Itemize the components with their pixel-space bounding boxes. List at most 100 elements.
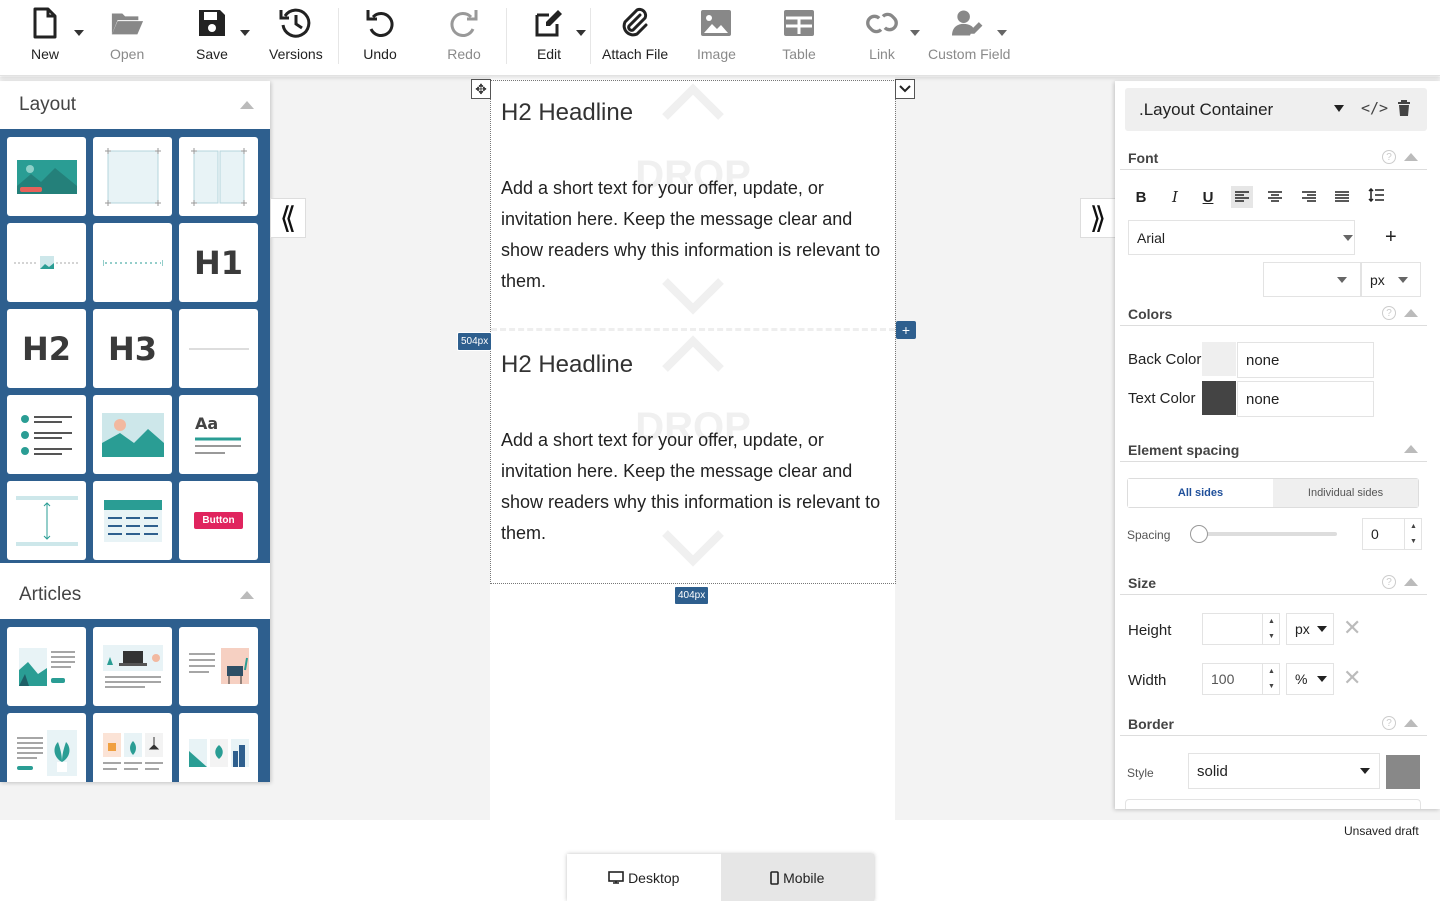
spacing-slider-track[interactable] — [1197, 532, 1337, 536]
spacing-input[interactable]: 0 ▲ ▼ — [1362, 518, 1422, 550]
image-button[interactable]: Image — [697, 6, 736, 68]
new-dropdown-caret[interactable] — [74, 30, 84, 36]
text-section[interactable]: H2 Headline Add a short text for your of… — [491, 99, 895, 297]
section-body[interactable]: Add a short text for your offer, update,… — [501, 425, 887, 549]
tile-checklist[interactable] — [7, 395, 86, 474]
code-icon[interactable]: </> — [1361, 99, 1388, 117]
tile-article-plant[interactable] — [7, 713, 86, 782]
align-center-button[interactable] — [1264, 186, 1286, 208]
tile-image[interactable] — [93, 395, 172, 474]
tile-article-gallery[interactable] — [93, 713, 172, 782]
save-button[interactable]: Save — [195, 6, 229, 68]
spacing-slider-thumb[interactable] — [1190, 525, 1208, 543]
collapse-border-icon[interactable] — [1404, 719, 1418, 727]
edit-dropdown-caret[interactable] — [576, 30, 586, 36]
save-dropdown-caret[interactable] — [240, 30, 250, 36]
width-unit-select[interactable]: % — [1286, 663, 1334, 695]
element-dropdown-caret[interactable] — [1334, 105, 1344, 112]
versions-button[interactable]: Versions — [269, 6, 323, 68]
tile-text-block[interactable]: Aa — [179, 395, 258, 474]
open-button[interactable]: Open — [110, 6, 144, 68]
edit-button[interactable]: Edit — [532, 6, 566, 68]
tile-table[interactable] — [93, 481, 172, 560]
spacing-section-header[interactable]: Element spacing — [1120, 440, 1427, 462]
border-section-header[interactable]: Border ? — [1120, 714, 1427, 736]
size-section-header[interactable]: Size ? — [1120, 573, 1427, 595]
element-selector[interactable]: .Layout Container </> — [1125, 88, 1427, 131]
tile-article-laptop[interactable] — [93, 627, 172, 706]
colors-section-header[interactable]: Colors ? — [1120, 304, 1427, 326]
container-options-handle[interactable] — [895, 79, 915, 99]
tile-image-inline[interactable] — [7, 223, 86, 302]
italic-button[interactable]: I — [1164, 186, 1186, 208]
collapse-colors-icon[interactable] — [1404, 309, 1418, 317]
height-input[interactable]: ▲ ▼ — [1202, 613, 1280, 645]
custom-field-dropdown-caret[interactable] — [997, 30, 1007, 36]
tile-frame-two-column[interactable] — [179, 137, 258, 216]
individual-sides-tab[interactable]: Individual sides — [1273, 479, 1418, 507]
tile-image-banner[interactable] — [7, 137, 86, 216]
tile-frame-single[interactable] — [93, 137, 172, 216]
section-headline[interactable]: H2 Headline — [501, 351, 895, 379]
back-color-input[interactable]: none — [1237, 342, 1374, 378]
font-size-select[interactable] — [1263, 262, 1361, 297]
border-color-swatch[interactable] — [1386, 755, 1420, 789]
text-section[interactable]: H2 Headline Add a short text for your of… — [491, 351, 895, 549]
mobile-view-button[interactable]: Mobile — [720, 854, 874, 901]
height-unit-select[interactable]: px — [1286, 613, 1334, 645]
redo-button[interactable]: Redo — [447, 6, 481, 68]
clear-height-icon[interactable]: ✕ — [1343, 616, 1361, 641]
all-sides-tab[interactable]: All sides — [1128, 479, 1273, 507]
attach-file-button[interactable]: Attach File — [602, 6, 668, 68]
tile-divider-dotted[interactable] — [93, 223, 172, 302]
text-color-swatch[interactable] — [1202, 381, 1236, 415]
text-color-input[interactable]: none — [1237, 381, 1374, 417]
articles-section-header[interactable]: Articles — [0, 571, 270, 619]
trash-icon[interactable] — [1397, 100, 1411, 122]
width-input[interactable]: 100 ▲ ▼ — [1202, 663, 1280, 695]
tile-button[interactable]: Button — [179, 481, 258, 560]
collapse-size-icon[interactable] — [1404, 578, 1418, 586]
font-family-select[interactable]: Arial — [1128, 220, 1355, 255]
section-headline[interactable]: H2 Headline — [501, 99, 895, 127]
collapse-spacing-icon[interactable] — [1404, 445, 1418, 453]
tile-article-trio[interactable] — [179, 713, 258, 782]
spacing-stepper[interactable]: ▲ ▼ — [1404, 519, 1422, 549]
collapse-font-icon[interactable] — [1404, 153, 1418, 161]
font-section-header[interactable]: Font ? — [1120, 148, 1427, 170]
new-button[interactable]: New — [28, 6, 62, 68]
link-dropdown-caret[interactable] — [910, 30, 920, 36]
tile-divider-line[interactable] — [179, 309, 258, 388]
height-stepper[interactable]: ▲ ▼ — [1262, 614, 1280, 644]
tile-article-image-left[interactable] — [7, 627, 86, 706]
link-button[interactable]: Link — [865, 6, 899, 68]
width-stepper[interactable]: ▲ ▼ — [1262, 664, 1280, 694]
desktop-view-button[interactable]: Desktop — [567, 854, 721, 901]
layout-section-header[interactable]: Layout — [0, 81, 270, 129]
help-icon[interactable]: ? — [1382, 150, 1396, 164]
tile-h1[interactable]: H1 — [179, 223, 258, 302]
move-handle[interactable]: ✥ — [471, 79, 491, 99]
tile-spacer[interactable] — [7, 481, 86, 560]
underline-button[interactable]: U — [1197, 186, 1219, 208]
collapse-layout-icon[interactable] — [240, 101, 254, 109]
table-button[interactable]: Table — [782, 6, 816, 68]
clear-width-icon[interactable]: ✕ — [1343, 666, 1361, 691]
tile-h2[interactable]: H2 — [7, 309, 86, 388]
border-style-select[interactable]: solid — [1188, 753, 1380, 789]
tile-article-chair[interactable] — [179, 627, 258, 706]
collapse-left-panel-button[interactable]: ⟪ — [270, 198, 306, 238]
justify-button[interactable] — [1331, 186, 1353, 208]
collapse-right-panel-button[interactable]: ⟫ — [1080, 198, 1116, 238]
custom-field-button[interactable]: Custom Field — [928, 6, 1010, 68]
align-right-button[interactable] — [1298, 186, 1320, 208]
bold-button[interactable]: B — [1130, 186, 1152, 208]
back-color-swatch[interactable] — [1202, 342, 1236, 376]
tile-h3[interactable]: H3 — [93, 309, 172, 388]
collapse-articles-icon[interactable] — [240, 591, 254, 599]
section-body[interactable]: Add a short text for your offer, update,… — [501, 173, 887, 297]
layout-container[interactable]: DROP H2 Headline Add a short text for yo… — [490, 80, 896, 584]
add-column-button[interactable]: + — [896, 321, 916, 339]
undo-button[interactable]: Undo — [363, 6, 397, 68]
help-icon[interactable]: ? — [1382, 306, 1396, 320]
